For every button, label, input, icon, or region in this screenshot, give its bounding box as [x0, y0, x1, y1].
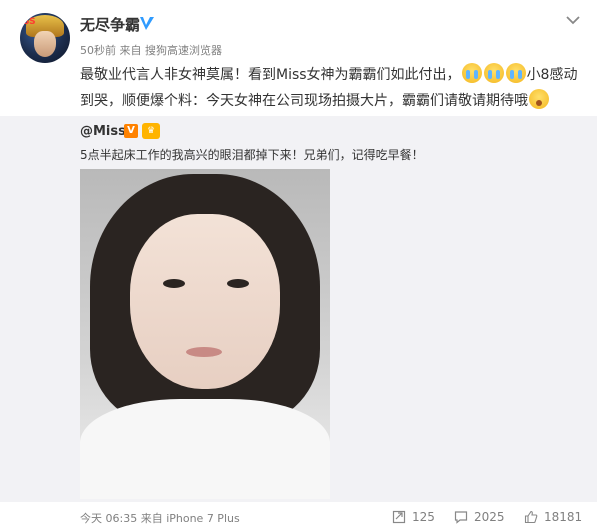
comment-count: 2025 — [474, 510, 505, 524]
crying-emoji-icon — [461, 63, 482, 83]
post-text-part1: 最敬业代言人非女神莫属！看到Miss女神为霸霸们如此付出， — [80, 67, 461, 83]
verified-icon — [140, 17, 154, 30]
post-text: 最敬业代言人非女神莫属！看到Miss女神为霸霸们如此付出， 小8感动到哭，顺便爆个… — [80, 62, 580, 114]
repost-photo[interactable] — [80, 169, 330, 499]
photo-eye — [227, 279, 249, 288]
avatar-badge: SS — [23, 17, 36, 27]
repost-icon — [392, 510, 406, 524]
chevron-down-icon[interactable] — [565, 14, 581, 26]
repost-block: @Miss V ♛ 5点半起床工作的我高兴的眼泪都掉下来！兄弟们，记得吃早餐！ — [0, 116, 597, 502]
comment-icon — [454, 511, 468, 524]
repost-text: 5点半起床工作的我高兴的眼泪都掉下来！兄弟们，记得吃早餐！ — [80, 148, 424, 162]
photo-lips — [186, 347, 222, 357]
member-crown-icon: ♛ — [142, 123, 160, 139]
repost-verified-badge: V — [124, 124, 138, 138]
avatar-face — [34, 31, 56, 57]
photo-shirt — [80, 399, 330, 499]
like-button[interactable]: 18181 — [524, 508, 582, 526]
repost-author[interactable]: @Miss — [80, 124, 126, 139]
user-name[interactable]: 无尽争霸 — [80, 14, 140, 35]
crying-emoji-icon — [505, 63, 526, 83]
surprised-emoji-icon — [529, 89, 549, 109]
repost-count: 125 — [412, 510, 435, 524]
post-meta: 50秒前 来自 搜狗高速浏览器 — [80, 44, 222, 57]
photo-eye — [163, 279, 185, 288]
crying-emoji-icon — [483, 63, 504, 83]
repost-button[interactable]: 125 — [392, 508, 435, 526]
footer-time: 今天 06:35 来自 iPhone 7 Plus — [80, 512, 240, 525]
like-icon — [524, 510, 538, 524]
comment-button[interactable]: 2025 — [454, 508, 505, 526]
weibo-card: SS 无尽争霸 50秒前 来自 搜狗高速浏览器 最敬业代言人非女神莫属！看到Mi… — [0, 0, 597, 530]
like-count: 18181 — [544, 510, 583, 524]
avatar[interactable]: SS — [20, 13, 70, 63]
photo-face — [130, 214, 280, 389]
